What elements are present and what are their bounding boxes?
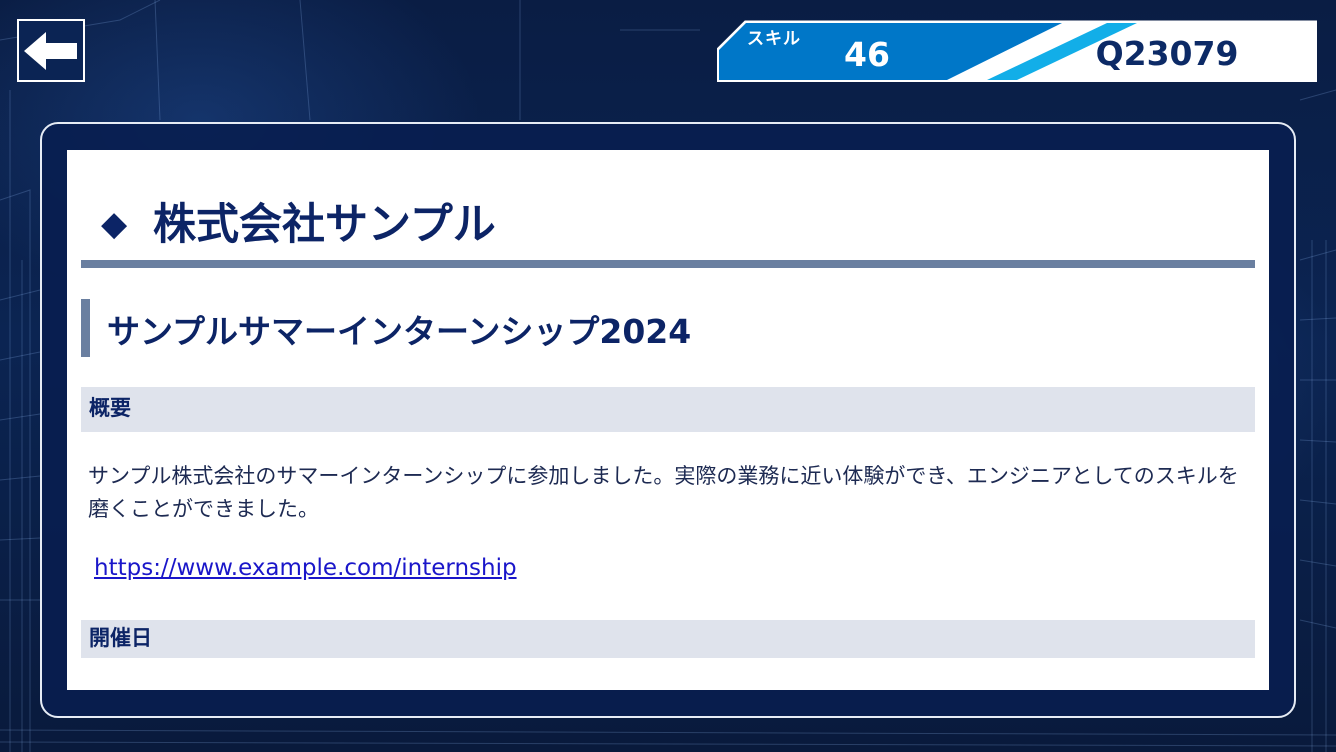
back-button[interactable]: [17, 19, 85, 82]
event-title-block: サンプルサマーインターンシップ2024: [81, 299, 1181, 357]
company-title: ◆ 株式会社サンプル: [101, 190, 496, 252]
status-bar: スキル 46 Q23079: [717, 19, 1317, 82]
event-description: サンプル株式会社のサマーインターンシップに参加しました。実際の業務に近い体験がで…: [88, 464, 1239, 521]
arrow-left-icon: [24, 31, 77, 70]
user-id: Q23079: [1095, 34, 1239, 73]
skill-value: 46: [844, 35, 890, 74]
diamond-icon: ◆: [101, 204, 128, 244]
overview-heading: 概要: [81, 387, 1255, 432]
event-title: サンプルサマーインターンシップ2024: [107, 312, 692, 351]
event-link[interactable]: https://www.example.com/internship: [94, 555, 517, 581]
date-heading: 開催日: [81, 620, 1255, 658]
company-name: 株式会社サンプル: [153, 200, 496, 250]
title-divider: [81, 260, 1255, 268]
skill-label: スキル: [747, 29, 801, 49]
detail-card: ◆ 株式会社サンプル サンプルサマーインターンシップ2024 概要 サンプル株式会…: [67, 150, 1269, 690]
